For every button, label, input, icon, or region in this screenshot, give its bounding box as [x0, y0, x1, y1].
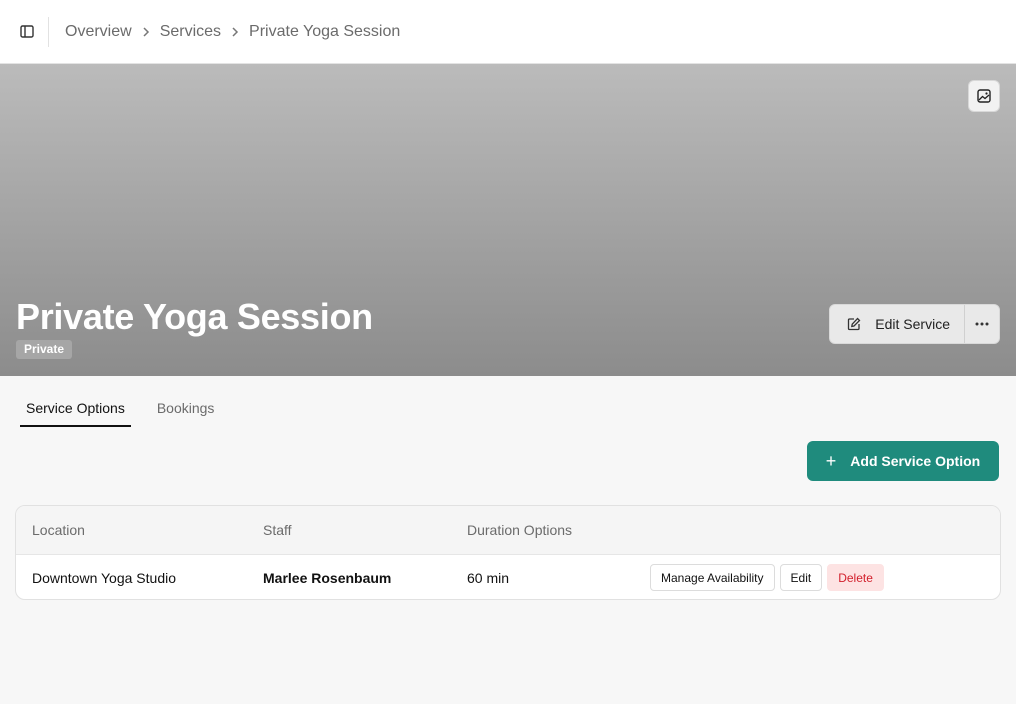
table-header: Location Staff Duration Options [16, 506, 1000, 555]
breadcrumb: Overview Services Private Yoga Session [65, 23, 400, 41]
chevron-right-icon [231, 26, 239, 38]
manage-availability-button[interactable]: Manage Availability [650, 564, 775, 591]
duration-cell: 60 min [467, 569, 510, 586]
status-badge: Private [16, 340, 73, 359]
service-options-table: Location Staff Duration Options Downtown… [15, 505, 1001, 600]
more-horizontal-icon[interactable] [965, 305, 999, 343]
edit-button[interactable]: Edit [779, 564, 823, 591]
edit-service-button[interactable]: Edit Service [830, 305, 965, 343]
add-service-option-label: Add Service Option [850, 453, 981, 469]
tab-bookings[interactable]: Bookings [151, 392, 221, 427]
column-header-staff: Staff [263, 522, 292, 538]
hero-actions: Edit Service [829, 304, 1000, 344]
location-cell: Downtown Yoga Studio [32, 569, 176, 586]
row-actions: Manage Availability Edit Delete [650, 555, 889, 599]
breadcrumb-services[interactable]: Services [160, 23, 221, 41]
tabs: Service Options Bookings [20, 392, 240, 427]
breadcrumb-overview[interactable]: Overview [65, 23, 132, 41]
page-title: Private Yoga Session [16, 296, 373, 337]
chevron-right-icon [142, 26, 150, 38]
staff-cell: Marlee Rosenbaum [263, 569, 392, 586]
top-bar: Overview Services Private Yoga Session [0, 0, 1016, 64]
divider [48, 16, 49, 47]
sidebar-toggle-icon[interactable] [15, 20, 39, 44]
edit-icon [848, 317, 861, 331]
column-header-duration-options: Duration Options [467, 522, 573, 538]
plus-icon: + [825, 450, 837, 471]
tab-service-options[interactable]: Service Options [20, 392, 131, 427]
breadcrumb-current: Private Yoga Session [249, 22, 401, 40]
column-header-location: Location [32, 522, 85, 538]
delete-button[interactable]: Delete [827, 564, 884, 591]
add-service-option-button[interactable]: + Add Service Option [807, 441, 999, 481]
edit-service-label: Edit Service [875, 316, 950, 332]
image-icon[interactable] [968, 80, 1000, 112]
table-row: Downtown Yoga Studio Marlee Rosenbaum 60… [16, 555, 1000, 599]
service-hero: Private Yoga Session Private Edit Servic… [0, 64, 1016, 376]
